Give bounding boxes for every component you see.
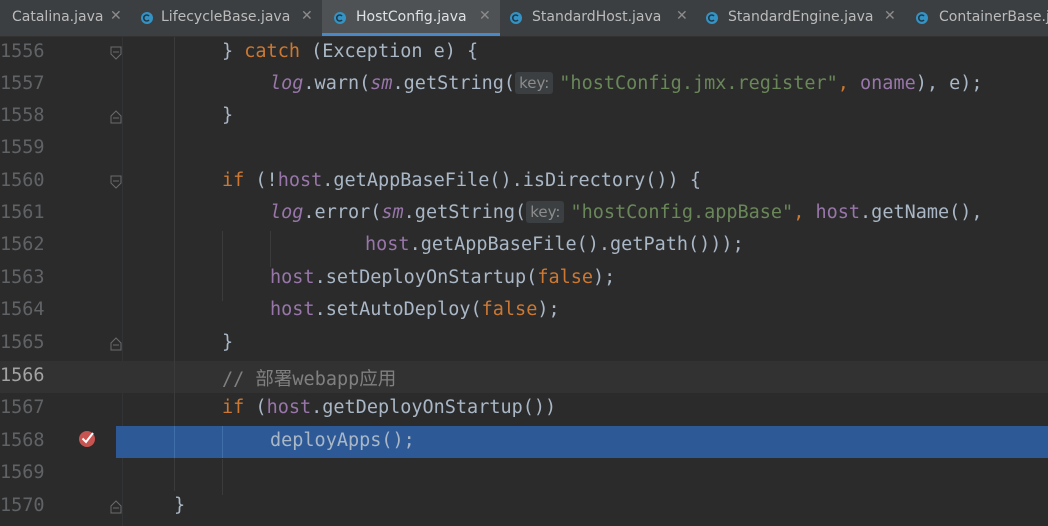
tab-catalina[interactable]: Catalina.java ✕ [0,0,128,36]
code-line[interactable]: 1561 log.error(sm.getString(key: "hostCon… [0,198,1048,230]
tab-label: HostConfig.java [356,9,467,25]
line-number: 1568 [0,430,45,451]
fold-start-icon[interactable] [110,110,122,124]
code-line-execution[interactable]: 1568 deployApps(); [0,426,1048,458]
code-line[interactable]: 1563 host.setDeployOnStartup(false); [0,263,1048,295]
line-number: 1565 [0,332,45,353]
execution-point-highlight [116,426,1048,458]
line-number: 1556 [0,41,45,62]
code-text: host.setDeployOnStartup(false); [270,267,616,288]
code-comment: // 部署webapp应用 [222,369,397,390]
parameter-hint: key: [515,72,554,94]
java-class-icon [916,12,928,24]
indent-guide [174,426,175,458]
java-class-icon [334,12,346,24]
code-line[interactable]: 1560 if (!host.getAppBaseFile().isDirect… [0,166,1048,198]
indent-guide [174,458,175,491]
code-line[interactable]: 1556 } catch (Exception e) { [0,37,1048,69]
code-line[interactable]: 1570 } [0,491,1048,523]
code-text: log.warn(sm.getString(key: "hostConfig.jm… [270,72,983,94]
code-line[interactable]: 1557 log.warn(sm.getString(key: "hostConf… [0,69,1048,101]
tab-label: StandardHost.java [532,9,662,25]
close-icon[interactable]: ✕ [110,8,122,24]
parameter-hint: key: [526,201,565,223]
code-text: } [174,495,186,516]
tab-label: ContainerBase.java [939,9,1048,25]
code-text: deployApps(); [270,430,415,451]
line-number: 1561 [0,202,45,223]
tab-hostconfig[interactable]: HostConfig.java ✕ [322,0,500,36]
tab-label: LifecycleBase.java [161,9,291,25]
tab-lifecyclebase[interactable]: LifecycleBase.java ✕ [131,0,321,36]
line-number: 1560 [0,170,45,191]
code-line[interactable]: 1562 host.getAppBaseFile().getPath())); [0,230,1048,262]
code-line[interactable]: 1564 host.setAutoDeploy(false); [0,295,1048,327]
line-number: 1566 [0,365,45,386]
indent-guide [222,426,223,458]
breakpoint-icon[interactable] [78,429,96,447]
code-text: if (!host.getAppBaseFile().isDirectory()… [222,170,701,191]
indent-guide [174,37,175,426]
tab-standardengine[interactable]: StandardEngine.java ✕ [698,0,906,36]
fold-start-icon[interactable] [110,337,122,351]
code-line[interactable]: 1567 if (host.getDeployOnStartup()) [0,393,1048,425]
close-icon[interactable]: ✕ [884,8,896,24]
code-text: host.getAppBaseFile().getPath())); [365,234,744,255]
tab-containerbase[interactable]: ContainerBase.java [907,0,1048,36]
tab-label: Catalina.java [12,9,104,25]
code-line[interactable]: 1559 [0,133,1048,165]
editor-tab-bar: Catalina.java ✕ LifecycleBase.java ✕ Hos… [0,0,1048,37]
line-number: 1567 [0,397,45,418]
java-class-icon [141,12,153,24]
close-icon[interactable]: ✕ [301,8,313,24]
code-text: log.error(sm.getString(key: "hostConfig.a… [270,201,983,223]
tab-standardhost[interactable]: StandardHost.java ✕ [501,0,697,36]
tab-label: StandardEngine.java [728,9,874,25]
code-line[interactable]: 1565 } [0,328,1048,360]
code-text: } catch (Exception e) { [222,41,479,62]
code-line[interactable]: 1569 [0,458,1048,490]
fold-end-icon[interactable] [110,46,122,60]
code-text: } [222,332,234,353]
line-number: 1562 [0,234,45,255]
code-line-current[interactable]: 1566 // 部署webapp应用 [0,361,1048,393]
code-text: } [222,105,234,126]
code-line[interactable]: 1558 } [0,101,1048,133]
close-icon[interactable]: ✕ [676,8,688,24]
line-number: 1570 [0,495,45,516]
close-icon[interactable]: ✕ [479,8,491,24]
code-text: host.setAutoDeploy(false); [270,299,560,320]
line-number: 1559 [0,137,45,158]
code-editor[interactable]: 1556 } catch (Exception e) { 1557 log.wa… [0,37,1048,526]
line-number: 1569 [0,462,45,483]
code-text: if (host.getDeployOnStartup()) [222,397,557,418]
line-number: 1557 [0,73,45,94]
java-class-icon [706,12,718,24]
java-class-icon [510,12,522,24]
fold-end-icon[interactable] [110,175,122,189]
line-number: 1564 [0,299,45,320]
fold-start-icon[interactable] [110,500,122,514]
line-number: 1558 [0,105,45,126]
line-number: 1563 [0,267,45,288]
